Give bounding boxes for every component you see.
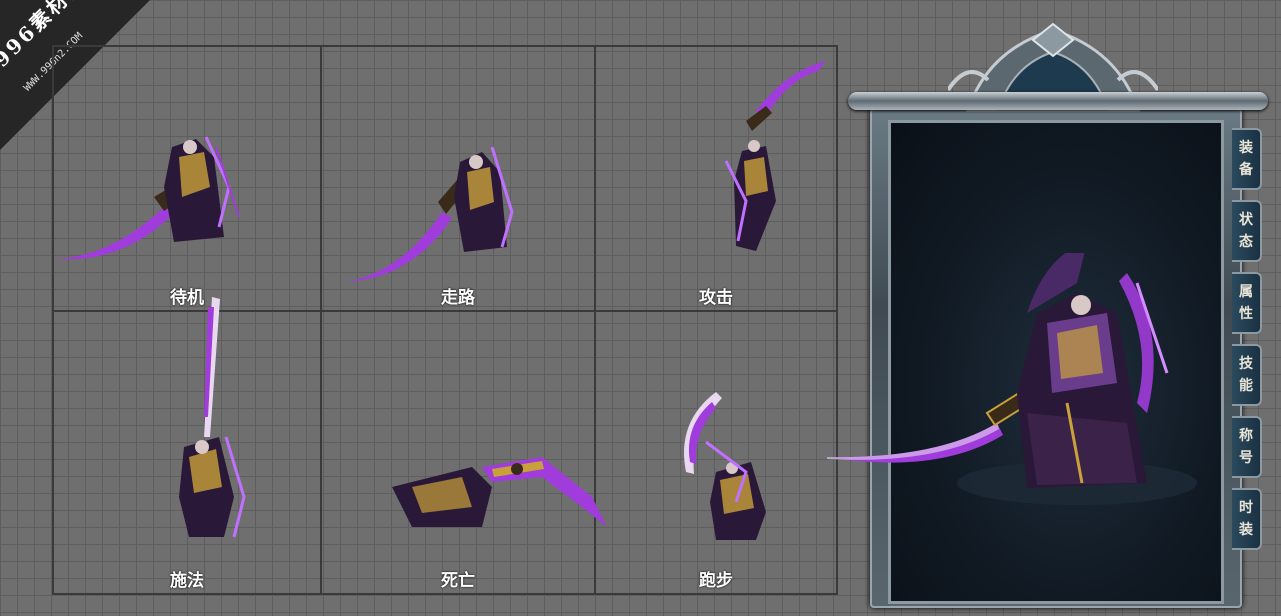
anim-label-walk: 走路 (441, 288, 475, 308)
anim-cell-walk[interactable]: 走路 (322, 47, 594, 310)
tab-attributes[interactable]: 属性 (1232, 272, 1262, 334)
anim-label-cast: 施法 (170, 571, 204, 591)
reaper-sprite-idle (58, 136, 240, 260)
tab-titles[interactable]: 称号 (1232, 416, 1262, 478)
tab-equipment[interactable]: 装备 (1232, 128, 1262, 190)
anim-cell-run[interactable]: 跑步 (596, 312, 836, 593)
anim-cell-idle[interactable]: 待机 (54, 47, 320, 310)
panel-tabs: 装备 状态 属性 技能 称号 时装 (1232, 128, 1266, 560)
anim-label-death: 死亡 (441, 571, 475, 591)
anim-cell-attack[interactable]: 攻击 (596, 47, 836, 310)
anim-label-run: 跑步 (699, 571, 733, 591)
animation-grid: 待机 走路 攻击 施法 死亡 跑步 (52, 45, 838, 595)
reaper-sprite-walk (346, 146, 514, 282)
tab-status[interactable]: 状态 (1232, 200, 1262, 262)
reaper-sprite-death (392, 457, 607, 527)
tab-fashion[interactable]: 时装 (1232, 488, 1262, 550)
anim-cell-cast[interactable]: 施法 (54, 297, 320, 593)
reaper-sprite-cast (179, 297, 246, 538)
tab-skills[interactable]: 技能 (1232, 344, 1262, 406)
reaper-sprite-run (684, 392, 766, 540)
character-preview (827, 120, 1224, 604)
anim-cell-death[interactable]: 死亡 (322, 312, 607, 593)
reaper-sprite-attack (724, 61, 826, 251)
anim-label-attack: 攻击 (699, 288, 733, 308)
character-panel: 装备 状态 属性 技能 称号 时装 (827, 20, 1268, 612)
panel-top-bar (848, 92, 1268, 110)
reaper-character-preview (827, 253, 1197, 505)
